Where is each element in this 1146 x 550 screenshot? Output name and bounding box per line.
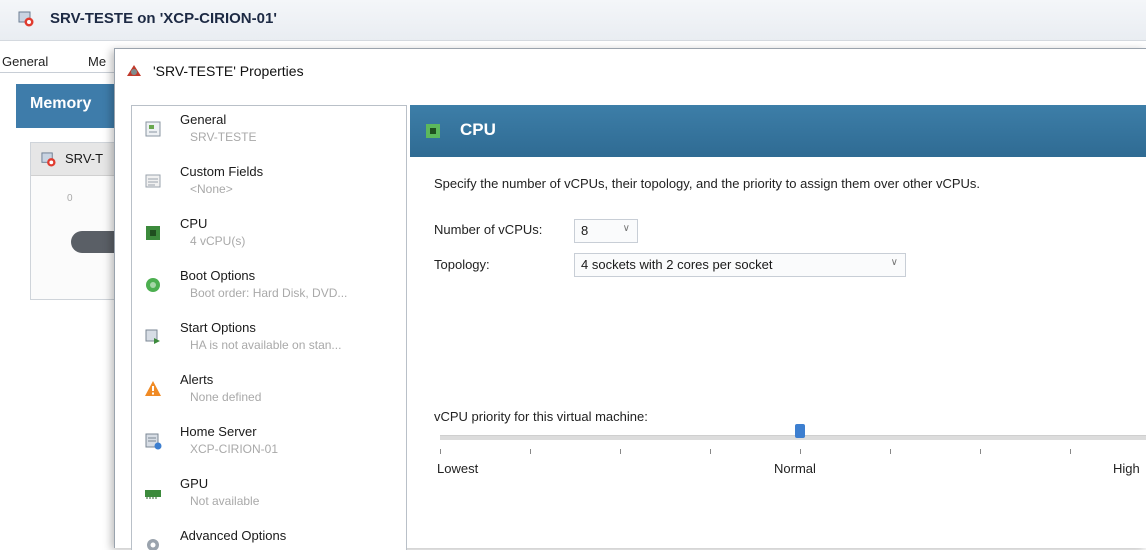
topology-dropdown[interactable]: 4 sockets with 2 cores per socket ∨ — [574, 253, 906, 277]
nav-home-server-label: Home Server — [180, 424, 257, 439]
nav-alerts-label: Alerts — [180, 372, 214, 387]
slider-tick — [890, 449, 891, 454]
nav-boot-options-sub: Boot order: Hard Disk, DVD... — [190, 286, 348, 300]
nav-home-server-sub: XCP-CIRION-01 — [190, 442, 279, 456]
cpu-icon — [426, 124, 440, 138]
alert-icon — [145, 381, 161, 396]
advanced-options-icon — [147, 539, 159, 550]
properties-dialog: 'SRV-TESTE' Properties General SRV-TESTE… — [114, 48, 1146, 550]
cpu-icon — [146, 226, 160, 240]
tab-general[interactable]: General — [2, 54, 48, 69]
nav-gpu-label: GPU — [180, 476, 209, 491]
priority-normal-label: Normal — [774, 461, 816, 476]
nav-item-general[interactable]: General SRV-TESTE — [132, 108, 406, 160]
general-icon — [145, 121, 161, 137]
nav-general-label: General — [180, 112, 227, 127]
priority-slider-track[interactable] — [440, 435, 1146, 440]
gpu-icon — [145, 490, 161, 499]
slider-tick — [440, 449, 441, 454]
slider-tick — [620, 449, 621, 454]
vm-icon — [18, 11, 34, 27]
cpu-header-title: CPU — [460, 120, 496, 139]
nav-boot-options-label: Boot Options — [180, 268, 256, 283]
nav-alerts-sub: None defined — [190, 390, 262, 404]
nav-item-boot-options[interactable]: Boot Options Boot order: Hard Disk, DVD.… — [132, 264, 406, 316]
nav-custom-fields-sub: <None> — [190, 182, 233, 196]
memory-scale-zero: 0 — [67, 193, 73, 204]
slider-tick — [710, 449, 711, 454]
vcpus-dropdown[interactable]: 8 ∨ — [574, 219, 638, 243]
nav-cpu-sub: 4 vCPU(s) — [190, 234, 246, 248]
nav-item-custom-fields[interactable]: Custom Fields <None> — [132, 160, 406, 212]
cpu-section-header: CPU — [410, 105, 1146, 157]
topology-value: 4 sockets with 2 cores per socket — [581, 257, 773, 272]
priority-slider-thumb[interactable] — [795, 424, 805, 438]
chevron-down-icon: ∨ — [890, 257, 898, 268]
slider-tick — [980, 449, 981, 454]
nav-gpu-sub: Not available — [190, 494, 260, 508]
chevron-down-icon: ∨ — [622, 223, 630, 234]
cpu-settings-panel: CPU Specify the number of vCPUs, their t… — [410, 105, 1146, 549]
priority-high-label: High — [1113, 461, 1140, 476]
main-window-titlebar: SRV-TESTE on 'XCP-CIRION-01' — [0, 0, 1146, 41]
memory-vm-card: SRV-T 0 — [30, 142, 141, 300]
vcpus-label: Number of vCPUs: — [434, 222, 543, 237]
slider-tick — [800, 449, 801, 454]
cpu-description: Specify the number of vCPUs, their topol… — [434, 176, 981, 191]
priority-label: vCPU priority for this virtual machine: — [434, 409, 648, 424]
nav-item-home-server[interactable]: Home Server XCP-CIRION-01 — [132, 420, 406, 472]
properties-nav-list: General SRV-TESTE Custom Fields <None> C… — [131, 105, 407, 550]
topology-label: Topology: — [434, 257, 490, 272]
start-options-icon — [145, 329, 160, 344]
nav-start-options-label: Start Options — [180, 320, 256, 335]
memory-header-label: Memory — [30, 95, 92, 112]
slider-tick — [1070, 449, 1071, 454]
vm-icon — [41, 152, 56, 167]
dialog-title: 'SRV-TESTE' Properties — [153, 63, 304, 79]
memory-card-label: SRV-T — [65, 151, 104, 166]
boot-options-icon — [146, 278, 160, 292]
nav-general-sub: SRV-TESTE — [190, 130, 257, 144]
nav-advanced-options-label: Advanced Options — [180, 528, 287, 543]
home-server-icon — [145, 433, 162, 450]
vcpus-value: 8 — [581, 223, 589, 238]
nav-item-gpu[interactable]: GPU Not available — [132, 472, 406, 524]
dialog-titlebar: 'SRV-TESTE' Properties — [115, 49, 1146, 93]
nav-start-options-sub: HA is not available on stan... — [190, 338, 342, 352]
memory-section-header: Memory — [16, 84, 126, 128]
nav-item-advanced-options[interactable]: Advanced Options — [132, 524, 406, 550]
nav-item-cpu[interactable]: CPU 4 vCPU(s) — [132, 212, 406, 264]
custom-fields-icon — [145, 174, 161, 188]
nav-cpu-label: CPU — [180, 216, 208, 231]
tab-memory[interactable]: Me — [88, 54, 106, 69]
priority-lowest-label: Lowest — [437, 461, 479, 476]
properties-icon — [127, 65, 141, 76]
nav-custom-fields-label: Custom Fields — [180, 164, 264, 179]
nav-item-alerts[interactable]: Alerts None defined — [132, 368, 406, 420]
slider-tick — [530, 449, 531, 454]
nav-item-start-options[interactable]: Start Options HA is not available on sta… — [132, 316, 406, 368]
memory-card-header: SRV-T — [31, 143, 123, 176]
main-window-title: SRV-TESTE on 'XCP-CIRION-01' — [50, 10, 277, 27]
